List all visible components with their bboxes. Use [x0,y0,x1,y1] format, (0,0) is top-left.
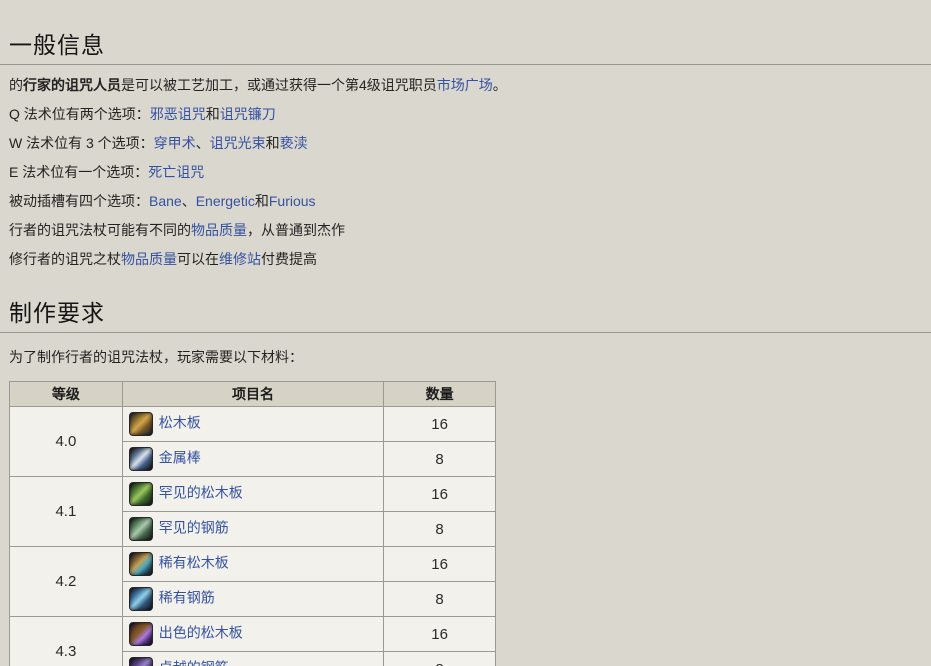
column-header-item: 项目名 [121,381,385,407]
text: 的 [9,77,23,93]
qty-cell: 8 [383,441,496,477]
pine-plank-icon[interactable] [128,412,153,436]
uncommon-rebar-icon[interactable] [128,517,153,541]
bold-text: 行家的诅咒人员 [23,77,121,93]
text: 和 [205,106,220,122]
text: 可以在 [177,251,219,267]
item-link-rare-pine-plank[interactable]: 稀有松木板 [159,555,229,571]
paragraph-passive-slot: 被动插槽有四个选项：Bane、Energetic和Furious [9,193,931,210]
text: 、 [195,135,210,151]
paragraph-e-slot: E 法术位有一个选项：死亡诅咒 [9,164,931,181]
item-cell: 出色的松木板 [121,616,385,652]
link[interactable]: 物品质量 [121,251,177,267]
item-link-rare-rebar[interactable]: 稀有钢筋 [159,590,215,606]
epic-rebar-icon[interactable] [128,657,153,666]
link[interactable]: Bane [149,193,182,209]
text: Q 法术位有两个选项： [9,106,150,122]
column-header-level: 等级 [9,381,123,407]
item-link-epic-pine-plank[interactable]: 出色的松木板 [159,625,243,641]
item-cell: 卓越的钢筋 [121,651,385,666]
table-row: 4.3 出色的松木板 16 [9,616,496,666]
table-row: 4.1 罕见的松木板 16 [9,476,496,547]
qty-cell: 8 [383,651,496,666]
paragraph-repair: 修行者的诅咒之杖物品质量可以在维修站付费提高 [9,251,931,268]
link[interactable]: 穿甲术 [154,135,196,151]
item-cell: 金属棒 [121,441,385,477]
link[interactable]: 诅咒光束 [210,135,266,151]
qty-cell: 16 [383,406,496,442]
section-heading-crafting: 制作要求 [0,294,931,333]
column-header-qty: 数量 [383,381,496,407]
item-link-epic-rebar[interactable]: 卓越的钢筋 [159,660,229,666]
qty-cell: 16 [383,546,496,582]
link[interactable]: 维修站 [219,251,261,267]
table-row: 4.0 松木板 16 [9,406,496,477]
text: 行者的诅咒法杖可能有不同的 [9,222,191,238]
text: 。 [492,77,507,93]
item-link-uncommon-rebar[interactable]: 罕见的钢筋 [159,520,229,536]
link[interactable]: Energetic [196,193,255,209]
text: 付费提高 [261,251,317,267]
qty-cell: 8 [383,511,496,547]
level-cell: 4.3 [9,616,123,666]
crafting-intro: 为了制作行者的诅咒法杖，玩家需要以下材料： [9,349,303,365]
link[interactable]: 市场广场 [437,77,493,93]
qty-cell: 16 [383,616,496,652]
qty-cell: 16 [383,476,496,512]
item-cell: 稀有钢筋 [121,581,385,617]
rare-rebar-icon[interactable] [128,587,153,611]
rare-pine-plank-icon[interactable] [128,552,153,576]
level-cell: 4.2 [9,546,123,617]
materials-table: 等级 项目名 数量 4.0 松木板 16 金属棒 8 4.1 罕见的松木板 16… [9,381,496,666]
text: E 法术位有一个选项： [9,164,149,180]
paragraph-q-slot: Q 法术位有两个选项：邪恶诅咒和诅咒镰刀 [9,106,931,123]
text: ，从普通到杰作 [247,222,345,238]
text: 是可以被工艺加工，或通过获得一个第4级诅咒职员 [121,77,437,93]
link[interactable]: 诅咒镰刀 [220,106,276,122]
table-row: 4.2 稀有松木板 16 [9,546,496,617]
item-link-uncommon-pine-plank[interactable]: 罕见的松木板 [159,485,243,501]
text: 和 [265,135,280,151]
link[interactable]: 邪恶诅咒 [150,106,206,122]
text: W 法术位有 3 个选项： [9,135,154,151]
level-cell: 4.0 [9,406,123,477]
metal-rod-icon[interactable] [128,447,153,471]
page: 一般信息 的行家的诅咒人员是可以被工艺加工，或通过获得一个第4级诅咒职员市场广场… [0,0,931,666]
link[interactable]: 物品质量 [191,222,247,238]
text: 被动插槽有四个选项： [9,193,149,209]
text: 、 [181,193,196,209]
text: 和 [254,193,269,209]
table-header-row: 等级 项目名 数量 [9,381,496,407]
link[interactable]: 死亡诅咒 [148,164,204,180]
text: 修行者的诅咒之杖 [9,251,121,267]
level-cell: 4.1 [9,476,123,547]
item-link-pine-plank[interactable]: 松木板 [159,415,201,431]
item-cell: 罕见的钢筋 [121,511,385,547]
item-cell: 松木板 [121,406,385,442]
paragraph-crafter-info: 的行家的诅咒人员是可以被工艺加工，或通过获得一个第4级诅咒职员市场广场。 [9,77,931,94]
paragraph-quality: 行者的诅咒法杖可能有不同的物品质量，从普通到杰作 [9,222,931,239]
item-link-metal-rod[interactable]: 金属棒 [159,450,201,466]
paragraph-w-slot: W 法术位有 3 个选项：穿甲术、诅咒光束和亵渎 [9,135,931,152]
item-cell: 罕见的松木板 [121,476,385,512]
link[interactable]: Furious [269,193,316,209]
qty-cell: 8 [383,581,496,617]
link[interactable]: 亵渎 [280,135,308,151]
uncommon-pine-plank-icon[interactable] [128,482,153,506]
section-heading-general: 一般信息 [0,26,931,65]
epic-pine-plank-icon[interactable] [128,622,153,646]
item-cell: 稀有松木板 [121,546,385,582]
